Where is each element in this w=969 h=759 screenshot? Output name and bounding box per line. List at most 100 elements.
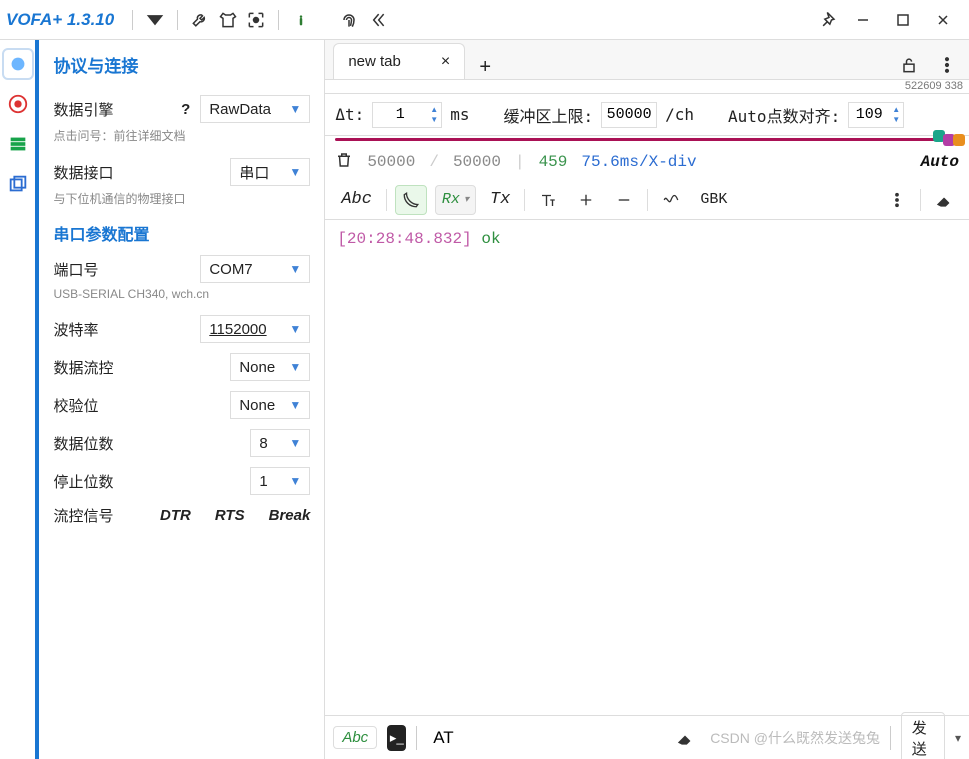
- field-stopbits: 停止位数 1 ▼: [53, 467, 310, 495]
- more-vertical-icon[interactable]: [882, 185, 912, 215]
- down-triangle-icon[interactable]: [141, 6, 169, 34]
- console-message: ok: [481, 230, 500, 248]
- content-pane: new tab × + 522609 338 Δt: ▲▼ ms 缓冲区上限:: [324, 40, 969, 759]
- phone-icon[interactable]: [395, 185, 427, 215]
- parity-select[interactable]: None ▼: [230, 391, 310, 419]
- buf-input[interactable]: [602, 103, 656, 127]
- abc-toggle[interactable]: Abc: [333, 726, 377, 749]
- minus-icon[interactable]: [609, 185, 639, 215]
- port-help: USB-SERIAL CH340, wch.cn: [53, 287, 310, 301]
- stats-bar: 50000 / 50000 | 459 75.6ms/X-div Auto: [325, 144, 969, 180]
- color-bar: [325, 136, 969, 144]
- field-databits: 数据位数 8 ▼: [53, 429, 310, 457]
- chevron-down-icon: ▼: [289, 165, 301, 179]
- separator: [177, 10, 178, 30]
- databits-select[interactable]: 8 ▼: [250, 429, 310, 457]
- tshirt-icon[interactable]: [214, 6, 242, 34]
- align-spinner[interactable]: ▲▼: [848, 102, 904, 128]
- break-toggle[interactable]: Break: [269, 507, 311, 524]
- rail-item-list[interactable]: [4, 130, 32, 158]
- flowsig-label: 流控信号: [53, 505, 113, 526]
- help-icon[interactable]: ?: [181, 101, 190, 118]
- minimize-button[interactable]: [843, 6, 883, 34]
- sidebar-heading-serial: 串口参数配置: [53, 221, 310, 245]
- dt-label: Δt:: [335, 105, 364, 124]
- sidebar: 协议与连接 数据引擎 ? RawData ▼ 点击问号：前往详细文档 数据接口 …: [35, 40, 324, 759]
- rts-toggle[interactable]: RTS: [215, 507, 245, 524]
- terminal-icon[interactable]: ▸_: [387, 725, 406, 751]
- send-button[interactable]: 发送: [901, 712, 945, 759]
- more-icon[interactable]: [933, 51, 961, 79]
- encoding-button[interactable]: GBK: [694, 185, 733, 215]
- wave-icon[interactable]: [656, 185, 686, 215]
- rail-item-connection[interactable]: [4, 50, 32, 78]
- rx-button[interactable]: Rx▾: [435, 185, 476, 215]
- rail-item-record[interactable]: [4, 90, 32, 118]
- close-button[interactable]: [923, 6, 963, 34]
- text-size-icon[interactable]: [533, 185, 563, 215]
- console-timestamp: [20:28:48.832]: [337, 230, 471, 248]
- wrench-icon[interactable]: [186, 6, 214, 34]
- field-flowsignal: 流控信号 DTR RTS Break: [53, 505, 310, 526]
- field-interface: 数据接口 串口 ▼: [53, 158, 310, 186]
- down-arrow-icon[interactable]: ▼: [427, 115, 441, 125]
- tab-new[interactable]: new tab ×: [333, 43, 465, 79]
- engine-help: 点击问号：前往详细文档: [53, 127, 310, 144]
- dt-unit: ms: [450, 105, 469, 124]
- up-arrow-icon[interactable]: ▲: [889, 105, 903, 115]
- flow-select[interactable]: None ▼: [230, 353, 310, 381]
- main-area: 协议与连接 数据引擎 ? RawData ▼ 点击问号：前往详细文档 数据接口 …: [0, 40, 969, 759]
- align-input[interactable]: [849, 103, 889, 127]
- tab-label: new tab: [348, 53, 401, 70]
- console-output[interactable]: [20:28:48.832] ok: [325, 220, 969, 715]
- info-icon[interactable]: [287, 6, 315, 34]
- stopbits-select[interactable]: 1 ▼: [250, 467, 310, 495]
- field-parity: 校验位 None ▼: [53, 391, 310, 419]
- bottom-bar: Abc ▸_ CSDN @什么既然发送兔兔 发送 ▾: [325, 715, 969, 759]
- field-baud: 波特率 1152000 ▼: [53, 315, 310, 343]
- baud-select[interactable]: 1152000 ▼: [200, 315, 310, 343]
- control-bar: Abc Rx▾ Tx GBK: [325, 180, 969, 220]
- series-dot-3[interactable]: [953, 134, 965, 146]
- buf-label: 缓冲区上限:: [503, 103, 593, 127]
- tabstrip: new tab × +: [325, 40, 969, 80]
- baud-label: 波特率: [53, 319, 98, 340]
- engine-select[interactable]: RawData ▼: [200, 95, 310, 123]
- chevron-down-icon: ▼: [289, 398, 301, 412]
- eraser-icon[interactable]: [929, 185, 959, 215]
- port-label: 端口号: [53, 259, 98, 280]
- down-arrow-icon[interactable]: ▼: [889, 115, 903, 125]
- collapse-icon[interactable]: [363, 6, 391, 34]
- eraser-icon[interactable]: [670, 723, 700, 753]
- separator: [278, 10, 279, 30]
- add-tab-button[interactable]: +: [471, 56, 499, 79]
- pin-icon[interactable]: [815, 6, 843, 34]
- dtr-toggle[interactable]: DTR: [160, 507, 191, 524]
- auto-button[interactable]: Auto: [921, 153, 959, 171]
- up-arrow-icon[interactable]: ▲: [427, 105, 441, 115]
- stat-b: 50000: [453, 153, 501, 171]
- param-bar: Δt: ▲▼ ms 缓冲区上限: /ch Auto点数对齐: ▲▼: [325, 94, 969, 136]
- unlock-icon[interactable]: [895, 51, 923, 79]
- iface-select[interactable]: 串口 ▼: [230, 158, 310, 186]
- send-menu-icon[interactable]: ▾: [955, 731, 961, 745]
- focus-icon[interactable]: [242, 6, 270, 34]
- close-tab-icon[interactable]: ×: [441, 53, 450, 71]
- color-track[interactable]: [335, 138, 939, 141]
- abc-button[interactable]: Abc: [335, 185, 378, 215]
- buf-spinner[interactable]: [601, 102, 657, 128]
- chevron-down-icon: ▼: [289, 102, 301, 116]
- rail-item-windows[interactable]: [4, 170, 32, 198]
- command-input[interactable]: [427, 724, 660, 752]
- dt-spinner[interactable]: ▲▼: [372, 102, 442, 128]
- fingerprint-icon[interactable]: [335, 6, 363, 34]
- maximize-button[interactable]: [883, 6, 923, 34]
- stat-count: 459: [539, 153, 568, 171]
- plus-icon[interactable]: [571, 185, 601, 215]
- trash-icon[interactable]: [335, 151, 353, 174]
- ruler-coord: 522609 338: [905, 80, 963, 92]
- port-select[interactable]: COM7 ▼: [200, 255, 310, 283]
- tx-button[interactable]: Tx: [484, 185, 516, 215]
- dt-input[interactable]: [373, 103, 427, 127]
- chevron-down-icon: ▼: [289, 436, 301, 450]
